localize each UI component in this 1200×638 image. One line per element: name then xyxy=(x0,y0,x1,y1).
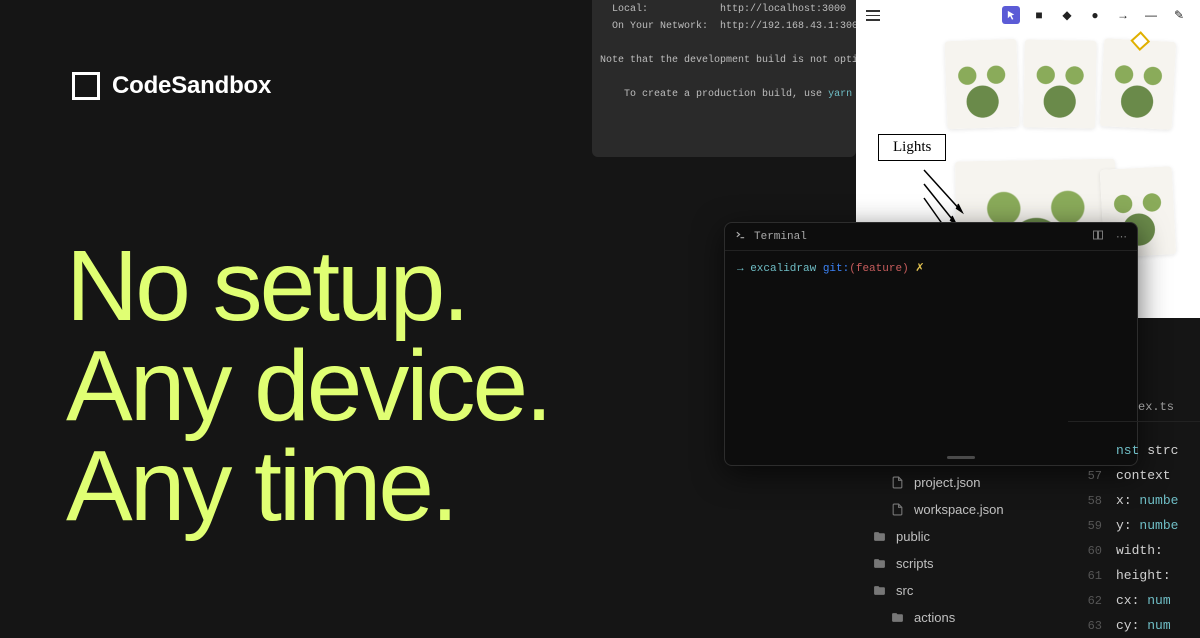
terminal-branch: feature xyxy=(856,263,902,275)
folder-icon xyxy=(872,584,886,597)
split-icon[interactable] xyxy=(1092,229,1104,245)
filetree-item-label: project.json xyxy=(914,475,980,490)
panel-handle[interactable] xyxy=(947,456,975,459)
code-line[interactable]: 63cy: num xyxy=(1068,613,1200,638)
canvas-card-selected[interactable] xyxy=(1100,38,1177,130)
filetree-item-label: public xyxy=(896,529,930,544)
devserver-local: Local: http://localhost:3000 xyxy=(592,1,856,18)
filetree-file-workspace-json[interactable]: workspace.json xyxy=(856,496,1066,523)
code-text: nst strc xyxy=(1116,443,1178,458)
devserver-network: On Your Network: http://192.168.43.1:300… xyxy=(592,18,856,35)
file-icon xyxy=(890,503,904,516)
code-text: y: numbe xyxy=(1116,518,1178,533)
code-line[interactable]: 59y: numbe xyxy=(1068,513,1200,538)
editor-tab[interactable]: ex.ts xyxy=(1068,392,1200,422)
folder-icon xyxy=(872,530,886,543)
line-number: 61 xyxy=(1068,569,1116,583)
filetree-folder-public[interactable]: public xyxy=(856,523,1066,550)
brand-logo: CodeSandbox xyxy=(72,72,271,100)
filetree-item-label: workspace.json xyxy=(914,502,1004,517)
line-number: 60 xyxy=(1068,544,1116,558)
code-text: cx: num xyxy=(1116,593,1171,608)
line-number: 63 xyxy=(1068,619,1116,633)
logo-icon xyxy=(72,72,100,100)
devserver-build: To create a production build, use yarn b… xyxy=(592,69,856,120)
canvas-card[interactable] xyxy=(944,39,1019,129)
file-icon xyxy=(890,476,904,489)
code-line[interactable]: 61height: xyxy=(1068,563,1200,588)
filetree-folder-actions[interactable]: actions xyxy=(856,604,1066,631)
filetree-folder-src[interactable]: src xyxy=(856,577,1066,604)
filetree-folder-scripts[interactable]: scripts xyxy=(856,550,1066,577)
devserver-note: Note that the development build is not o… xyxy=(592,52,856,69)
devserver-output: Local: http://localhost:3000 On Your Net… xyxy=(592,0,856,157)
code-line[interactable]: 62cx: num xyxy=(1068,588,1200,613)
terminal-body[interactable]: → excalidraw git:(feature) ✗ xyxy=(725,251,1137,289)
file-tree[interactable]: project.json workspace.json public scripts s… xyxy=(856,456,1066,631)
devserver-build-prefix: To create a production build, use xyxy=(624,89,828,100)
code-line[interactable]: 60width: xyxy=(1068,538,1200,563)
folder-icon xyxy=(872,557,886,570)
line-number: 57 xyxy=(1068,469,1116,483)
code-line[interactable]: 57context xyxy=(1068,463,1200,488)
headline-line-2: Any device. xyxy=(66,336,550,436)
headline: No setup. Any device. Any time. xyxy=(66,236,550,536)
filetree-item-label: src xyxy=(896,583,913,598)
code-editor[interactable]: ex.ts nst strc57context58x: numbe59y: nu… xyxy=(1068,392,1200,638)
terminal-git: git: xyxy=(823,263,849,275)
headline-line-3: Any time. xyxy=(66,436,550,536)
tool-pointer[interactable] xyxy=(1002,6,1020,24)
tool-line[interactable]: — xyxy=(1142,6,1160,24)
brand-name: CodeSandbox xyxy=(112,72,271,100)
folder-icon xyxy=(890,611,904,624)
filetree-file-project-json[interactable]: project.json xyxy=(856,469,1066,496)
headline-line-1: No setup. xyxy=(66,236,550,336)
tool-arrow[interactable]: → xyxy=(1114,6,1132,24)
terminal-header: Terminal ⋯ xyxy=(725,223,1137,251)
code-text: height: xyxy=(1116,568,1171,583)
line-number: 58 xyxy=(1068,494,1116,508)
line-number: 62 xyxy=(1068,594,1116,608)
line-number: 59 xyxy=(1068,519,1116,533)
hamburger-icon[interactable] xyxy=(866,10,880,21)
code-text: context xyxy=(1116,468,1171,483)
code-text: width: xyxy=(1116,543,1171,558)
more-icon[interactable]: ⋯ xyxy=(1116,230,1127,244)
canvas-card[interactable] xyxy=(1023,39,1097,128)
canvas-label[interactable]: Lights xyxy=(878,134,946,161)
tool-circle[interactable]: ● xyxy=(1086,6,1104,24)
tool-pencil[interactable]: ✎ xyxy=(1170,6,1188,24)
code-line[interactable]: 58x: numbe xyxy=(1068,488,1200,513)
filetree-item-label: actions xyxy=(914,610,955,625)
tool-square[interactable]: ■ xyxy=(1030,6,1048,24)
terminal-title: Terminal xyxy=(754,231,807,243)
tool-diamond[interactable]: ◆ xyxy=(1058,6,1076,24)
code-text: cy: num xyxy=(1116,618,1171,633)
terminal-dir: excalidraw xyxy=(750,263,816,275)
code-line[interactable]: nst strc xyxy=(1068,438,1200,463)
terminal-prompt-icon xyxy=(735,229,746,244)
filetree-item-label: scripts xyxy=(896,556,934,571)
whiteboard-toolbar: ■ ◆ ● → — ✎ xyxy=(1002,6,1188,24)
code-text: x: numbe xyxy=(1116,493,1178,508)
